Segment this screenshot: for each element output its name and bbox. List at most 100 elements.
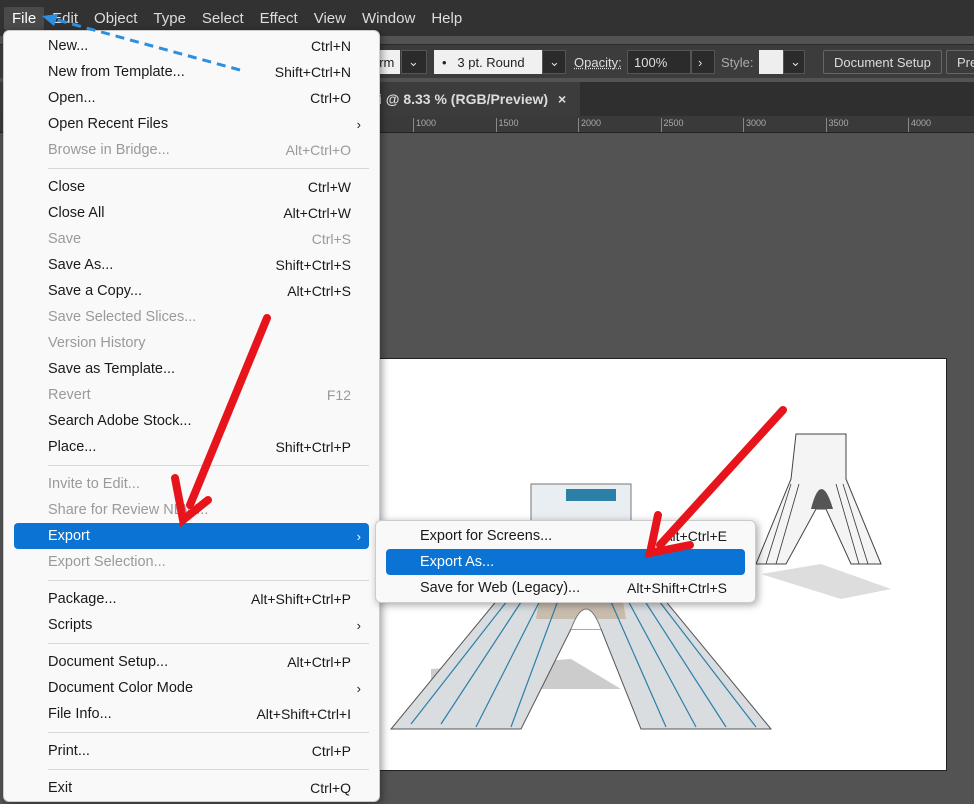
menu-item-label: Export for Screens... xyxy=(420,528,553,544)
chevron-down-icon[interactable]: ⌄ xyxy=(783,50,805,74)
menu-item-label: New... xyxy=(48,38,89,54)
menu-item-shortcut: Alt+Shift+Ctrl+P xyxy=(251,591,351,607)
menu-select[interactable]: Select xyxy=(194,7,252,30)
ruler-label: 1000 xyxy=(413,118,436,132)
opacity-label[interactable]: Opacity: xyxy=(574,50,622,74)
chevron-right-icon[interactable]: › xyxy=(691,50,715,74)
menu-item-export-selection: Export Selection... xyxy=(14,549,369,575)
menu-item-exit[interactable]: Exit Ctrl+Q xyxy=(14,775,369,801)
close-icon[interactable]: × xyxy=(558,91,566,107)
menu-edit[interactable]: Edit xyxy=(44,7,86,30)
menu-object[interactable]: Object xyxy=(86,7,145,30)
menu-item-search-adobe-stock[interactable]: Search Adobe Stock... xyxy=(14,408,369,434)
chevron-right-icon: › xyxy=(356,680,361,696)
menu-item-label: Version History xyxy=(48,335,146,351)
menu-item-shortcut: Alt+Ctrl+E xyxy=(663,528,727,544)
menu-item-label: Export As... xyxy=(420,554,495,570)
menu-item-label: Open... xyxy=(48,90,96,106)
menu-separator xyxy=(48,732,369,733)
menu-view[interactable]: View xyxy=(306,7,354,30)
menu-item-print[interactable]: Print... Ctrl+P xyxy=(14,738,369,764)
chevron-right-icon: › xyxy=(356,116,361,132)
chevron-right-icon: › xyxy=(356,617,361,633)
menu-item-open[interactable]: Open... Ctrl+O xyxy=(14,85,369,111)
ruler-label: 4000 xyxy=(908,118,931,132)
menu-item-save-for-web-legacy[interactable]: Save for Web (Legacy)... Alt+Shift+Ctrl+S xyxy=(386,575,745,601)
menu-file[interactable]: File xyxy=(4,6,45,30)
menu-item-shortcut: Shift+Ctrl+P xyxy=(275,439,351,455)
menu-item-label: Revert xyxy=(48,387,91,403)
menu-item-document-color-mode[interactable]: Document Color Mode › xyxy=(14,675,369,701)
menu-item-new-from-template[interactable]: New from Template... Shift+Ctrl+N xyxy=(14,59,369,85)
menu-item-package[interactable]: Package... Alt+Shift+Ctrl+P xyxy=(14,586,369,612)
menu-item-label: Invite to Edit... xyxy=(48,476,140,492)
menu-item-save-as[interactable]: Save As... Shift+Ctrl+S xyxy=(14,252,369,278)
menu-item-label: Save as Template... xyxy=(48,361,176,377)
menu-effect[interactable]: Effect xyxy=(252,7,306,30)
menu-item-label: Package... xyxy=(48,591,117,607)
menu-item-label: Export Selection... xyxy=(48,554,166,570)
style-swatch[interactable] xyxy=(759,50,783,74)
document-setup-button[interactable]: Document Setup xyxy=(823,50,942,74)
menu-item-document-setup[interactable]: Document Setup... Alt+Ctrl+P xyxy=(14,649,369,675)
ruler-label: 3000 xyxy=(743,118,766,132)
menu-item-shortcut: Ctrl+S xyxy=(311,231,351,247)
ruler-label: 1500 xyxy=(495,118,519,132)
menu-type[interactable]: Type xyxy=(145,7,194,30)
menu-window[interactable]: Window xyxy=(354,7,423,30)
menu-item-scripts[interactable]: Scripts › xyxy=(14,612,369,638)
menu-item-label: Place... xyxy=(48,439,97,455)
menu-separator xyxy=(48,769,369,770)
menu-item-save-as-template[interactable]: Save as Template... xyxy=(14,356,369,382)
menu-item-shortcut: Alt+Ctrl+W xyxy=(283,205,351,221)
menu-item-shortcut: Shift+Ctrl+N xyxy=(274,64,351,80)
menu-item-label: Exit xyxy=(48,780,73,796)
chevron-down-icon[interactable]: ⌄ xyxy=(542,50,566,74)
menu-item-label: Save a Copy... xyxy=(48,283,143,299)
stroke-value: 3 pt. Round xyxy=(457,54,525,70)
menu-item-shortcut: Alt+Shift+Ctrl+S xyxy=(627,580,727,596)
menu-item-open-recent-files[interactable]: Open Recent Files › xyxy=(14,111,369,137)
menu-item-shortcut: F12 xyxy=(326,387,351,403)
menu-item-save-a-copy[interactable]: Save a Copy... Alt+Ctrl+S xyxy=(14,278,369,304)
menu-item-place[interactable]: Place... Shift+Ctrl+P xyxy=(14,434,369,460)
menu-item-shortcut: Ctrl+W xyxy=(307,179,351,195)
menu-item-new[interactable]: New... Ctrl+N xyxy=(14,33,369,59)
menu-item-export-for-screens[interactable]: Export for Screens... Alt+Ctrl+E xyxy=(386,523,745,549)
menu-item-shortcut: Alt+Ctrl+O xyxy=(285,142,351,158)
chevron-right-icon: › xyxy=(356,528,361,544)
ruler-label: 2000 xyxy=(578,118,601,132)
menu-item-label: Print... xyxy=(48,743,90,759)
menu-item-export[interactable]: Export › xyxy=(14,523,369,549)
preferences-button[interactable]: Pre xyxy=(946,50,974,74)
menu-item-shortcut: Alt+Ctrl+P xyxy=(287,654,351,670)
menu-item-shortcut: Ctrl+O xyxy=(310,90,351,106)
menu-item-shortcut: Alt+Shift+Ctrl+I xyxy=(256,706,351,722)
menu-item-export-as[interactable]: Export As... xyxy=(386,549,745,575)
menu-item-label: File Info... xyxy=(48,706,112,722)
menu-item-file-info[interactable]: File Info... Alt+Shift+Ctrl+I xyxy=(14,701,369,727)
menu-item-close[interactable]: Close Ctrl+W xyxy=(14,174,369,200)
menu-item-label: Scripts xyxy=(48,617,93,633)
menu-separator xyxy=(48,465,369,466)
menu-item-label: Search Adobe Stock... xyxy=(48,413,192,429)
menu-item-label: Close xyxy=(48,179,86,195)
menu-item-label: Share for Review NEW... xyxy=(48,502,209,518)
chevron-down-icon[interactable]: ⌄ xyxy=(401,50,427,74)
menu-item-invite-to-edit: Invite to Edit... xyxy=(14,471,369,497)
menu-item-label: Save for Web (Legacy)... xyxy=(420,580,581,596)
menu-item-label: Close All xyxy=(48,205,105,221)
menu-help[interactable]: Help xyxy=(423,7,470,30)
menu-item-shortcut: Ctrl+P xyxy=(311,743,351,759)
menu-item-close-all[interactable]: Close All Alt+Ctrl+W xyxy=(14,200,369,226)
file-menu: New... Ctrl+N New from Template... Shift+Ct… xyxy=(3,30,380,802)
menu-separator xyxy=(48,168,369,169)
menu-item-label: Document Setup... xyxy=(48,654,169,670)
stroke-profile-dropdown[interactable]: • 3 pt. Round xyxy=(434,50,542,74)
menu-item-label: Export xyxy=(48,528,90,544)
opacity-input[interactable]: 100% xyxy=(627,50,691,74)
small-tower xyxy=(755,433,882,565)
menu-separator xyxy=(48,643,369,644)
menu-item-share-for-review-new: Share for Review NEW... xyxy=(14,497,369,523)
export-submenu: Export for Screens... Alt+Ctrl+E Export As… xyxy=(375,520,756,603)
